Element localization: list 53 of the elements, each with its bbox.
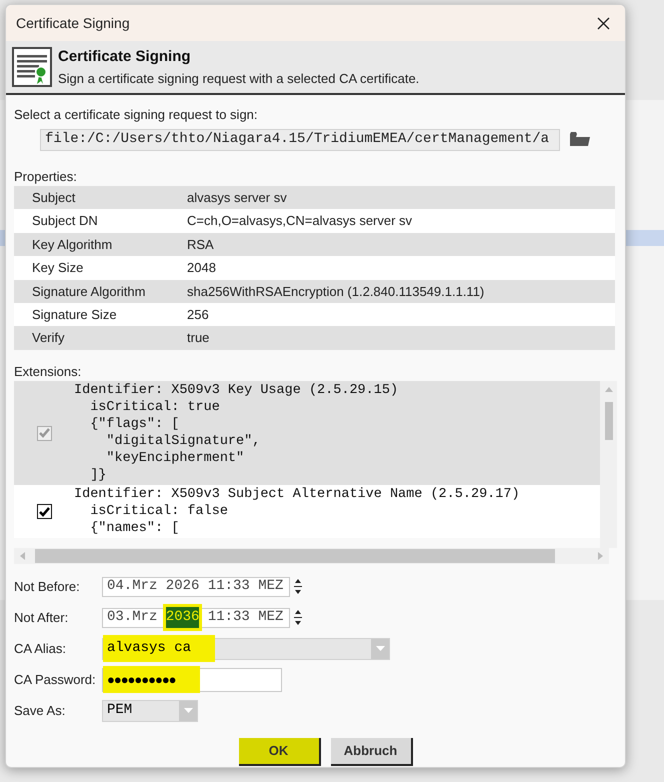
dialog-button[interactable]: Abbruch [330, 738, 412, 766]
checkmark-icon [38, 506, 50, 517]
property-name: Key Algorithm [31, 236, 114, 254]
dialog-button[interactable]: OK [238, 738, 320, 766]
property-value: true [187, 329, 210, 348]
dropdown-caret-icon [376, 646, 384, 652]
ca-alias-dropdown[interactable]: alvasys ca [102, 638, 390, 660]
scroll-up-icon[interactable] [604, 387, 613, 392]
property-value: C=ch,O=alvasys,CN=alvasys server sv [187, 212, 412, 230]
save-as-dropdown[interactable]: PEM [102, 700, 198, 722]
extension-row[interactable]: Identifier: X509v3 Subject Alternative Name (2.5.29.17) isCritical: false {"names": [ [14, 485, 600, 538]
field-label: CA Password: [14, 670, 97, 689]
close-icon [596, 16, 610, 30]
property-name: Subject DN [31, 212, 99, 230]
spinner-icon[interactable] [294, 608, 302, 627]
date-field[interactable]: 03.Mrz 2036 11:33 MEZ [102, 608, 290, 628]
field-label: Not After: [14, 608, 70, 627]
scroll-thumb[interactable] [35, 549, 555, 564]
property-value: RSA [187, 236, 214, 254]
property-value: alvasys server sv [187, 188, 287, 207]
date-field[interactable]: 04.Mrz 2026 11:33 MEZ [102, 576, 290, 597]
extension-text: Identifier: X509v3 Subject Alternative Name (2.5.29.17) isCritical: false {"names": [ [74, 486, 520, 538]
horizontal-scrollbar[interactable] [14, 548, 609, 564]
property-value: 2048 [187, 259, 216, 278]
extensions-label: Extensions: [14, 362, 82, 381]
field-label: Save As: [14, 702, 66, 720]
properties-label: Properties: [14, 168, 78, 186]
certificate-icon [12, 47, 52, 87]
request-label: Select a certificate signing request to sign: [14, 106, 259, 124]
spinner-icon[interactable] [294, 578, 302, 596]
file-path-field[interactable]: file:/C:/Users/thto/Niagara4.15/TridiumEMEA/certManagement/a [40, 128, 560, 150]
window-title: Certificate Signing [16, 14, 130, 33]
checkmark-icon [38, 428, 50, 438]
dropdown-caret-icon [184, 708, 192, 714]
header-title: Certificate Signing [58, 47, 192, 67]
property-value: 256 [187, 306, 209, 324]
scroll-right-icon[interactable] [598, 552, 603, 560]
password-field[interactable]: ●●●●●●●●●● [102, 668, 282, 692]
vertical-scrollbar[interactable] [600, 381, 617, 548]
checkbox[interactable] [36, 504, 52, 520]
header-subtitle: Sign a certificate signing request with a selected CA certificate. [58, 70, 420, 88]
field-label: CA Alias: [14, 640, 68, 658]
scroll-left-icon[interactable] [20, 552, 25, 560]
property-name: Subject [31, 188, 76, 207]
folder-icon[interactable] [570, 132, 590, 147]
extension-text: Identifier: X509v3 Key Usage (2.5.29.15) isCritical: true {"flags": [ "digitalSignature", "keyEncipherment" ]} [74, 382, 398, 486]
scroll-thumb[interactable] [604, 402, 613, 440]
property-value: sha256WithRSAEncryption (1.2.840.113549.1.1.11) [187, 282, 484, 301]
property-name: Key Size [31, 259, 84, 278]
property-name: Verify [31, 329, 66, 348]
field-label: Not Before: [14, 578, 81, 596]
property-name: Signature Size [31, 306, 118, 324]
property-name: Signature Algorithm [31, 282, 146, 301]
